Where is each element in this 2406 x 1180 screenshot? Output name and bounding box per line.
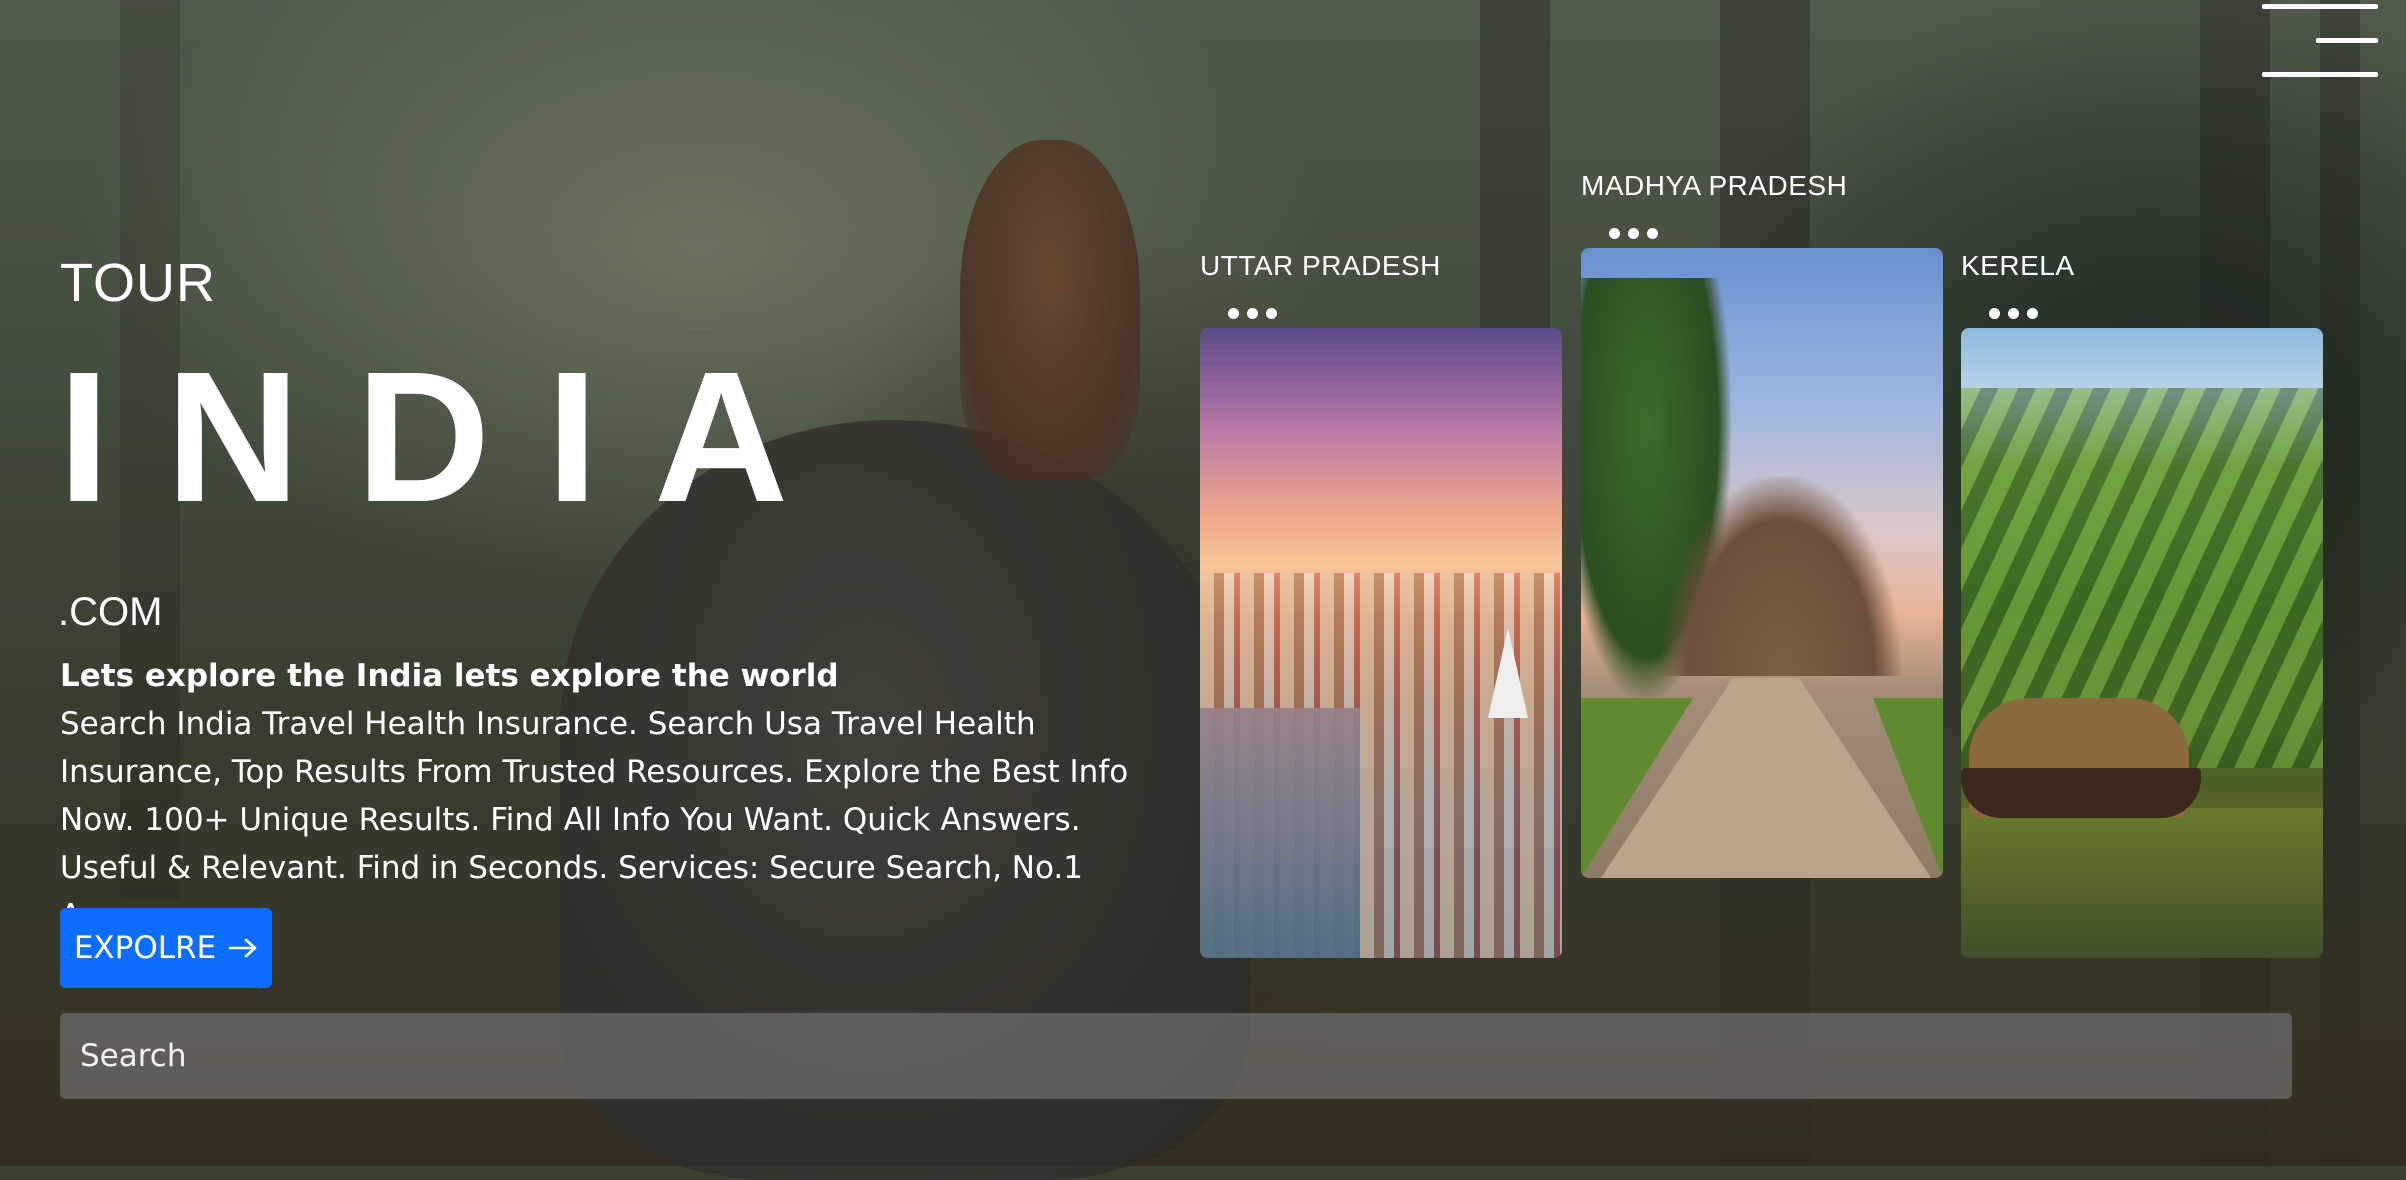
search-input[interactable] — [60, 1013, 2292, 1099]
explore-button[interactable]: EXPOLRE — [60, 908, 272, 988]
hero-description: Search India Travel Health Insurance. Se… — [60, 706, 1129, 934]
card-image-kerala-houseboat — [1961, 328, 2323, 958]
card-title: UTTAR PRADESH — [1200, 250, 1441, 281]
destination-card-madhya-pradesh[interactable]: MADHYA PRADESH — [1581, 170, 1943, 880]
card-title: MADHYA PRADESH — [1581, 170, 1848, 201]
destination-card-kerela[interactable]: KERELA — [1961, 250, 2323, 958]
card-image-sanchi-stupa — [1581, 248, 1943, 878]
card-image-varanasi — [1200, 328, 1562, 958]
arrow-right-icon — [228, 938, 257, 958]
more-options-icon[interactable] — [1989, 308, 2038, 319]
destination-card-uttar-pradesh[interactable]: UTTAR PRADESH — [1200, 250, 1562, 958]
explore-button-label: EXPOLRE — [73, 930, 217, 966]
hero-tour-label: TOUR — [60, 253, 217, 313]
hamburger-menu-icon[interactable] — [2262, 4, 2378, 78]
hero-title: INDIA — [58, 334, 845, 541]
more-options-icon[interactable] — [1228, 308, 1277, 319]
more-options-icon[interactable] — [1609, 228, 1658, 239]
hero-tagline: Lets explore the India lets explore the … — [60, 658, 839, 694]
card-title: KERELA — [1961, 250, 2075, 281]
hero-domain-suffix: .COM — [58, 590, 163, 634]
